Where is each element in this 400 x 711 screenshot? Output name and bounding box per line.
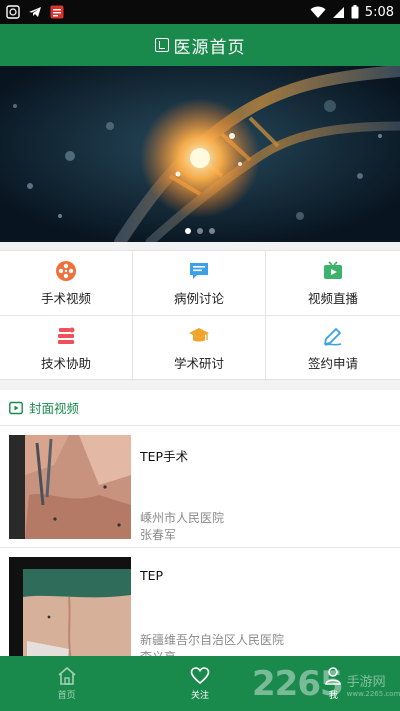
film-reel-icon bbox=[56, 260, 76, 281]
home-icon bbox=[58, 667, 76, 685]
nav-tab-me[interactable]: 我 bbox=[267, 656, 400, 711]
graduation-cap-icon bbox=[189, 328, 209, 342]
video-hospital: 新疆维吾尔自治区人民医院 bbox=[140, 633, 285, 647]
video-play-icon bbox=[9, 401, 23, 414]
feature-case-discussion[interactable]: 病例讨论 bbox=[133, 251, 266, 316]
banner-carousel[interactable] bbox=[0, 66, 400, 242]
live-video-icon bbox=[324, 260, 342, 279]
feature-label: 技术协助 bbox=[40, 356, 91, 371]
video-title: TEP bbox=[140, 568, 164, 583]
section-header-cover-videos: 封面视频 bbox=[0, 390, 400, 426]
app-screen: 5:08 医源首页 手术视频 病例讨论 视频直播 技术协助 学术研讨 签约申请 … bbox=[0, 0, 400, 711]
app-notification-icon bbox=[50, 5, 64, 19]
section-title: 封面视频 bbox=[29, 401, 80, 416]
status-bar: 5:08 bbox=[0, 0, 400, 24]
nav-label: 我 bbox=[328, 691, 338, 701]
feature-label: 学术研讨 bbox=[173, 356, 224, 371]
nav-label: 关注 bbox=[190, 691, 209, 701]
wifi-icon bbox=[310, 6, 326, 18]
video-list-item[interactable]: TEP手术 嵊州市人民医院 张春军 bbox=[0, 426, 400, 548]
carousel-dot[interactable] bbox=[185, 228, 191, 234]
video-hospital: 嵊州市人民医院 bbox=[140, 511, 225, 525]
feature-label: 病例讨论 bbox=[173, 290, 224, 306]
status-bar-left bbox=[6, 5, 64, 19]
feature-label: 签约申请 bbox=[307, 356, 358, 371]
feature-label: 视频直播 bbox=[307, 290, 358, 306]
feature-grid: 手术视频 病例讨论 视频直播 技术协助 学术研讨 签约申请 bbox=[0, 250, 400, 381]
signature-pen-icon bbox=[324, 328, 342, 346]
banner-image bbox=[0, 66, 400, 242]
feature-surgery-video[interactable]: 手术视频 bbox=[0, 251, 133, 316]
chat-bubble-icon bbox=[190, 262, 208, 279]
heart-icon bbox=[190, 667, 210, 685]
nav-tab-home[interactable]: 首页 bbox=[0, 656, 133, 711]
header-logo: 医源首页 bbox=[154, 33, 246, 58]
nav-label: 首页 bbox=[57, 691, 76, 701]
video-thumbnail bbox=[9, 435, 131, 539]
nav-tab-follow[interactable]: 关注 bbox=[133, 656, 266, 711]
person-icon bbox=[325, 667, 342, 685]
video-author: 张春军 bbox=[140, 528, 177, 542]
carousel-indicator bbox=[0, 228, 400, 234]
feature-tech-assist[interactable]: 技术协助 bbox=[0, 316, 133, 381]
video-thumbnail bbox=[9, 557, 131, 656]
video-list-item[interactable]: TEP 新疆维吾尔自治区人民医院 李义亮 bbox=[0, 548, 400, 656]
bottom-nav: 首页 关注 我 bbox=[0, 656, 400, 711]
assist-stack-icon bbox=[58, 327, 75, 344]
logo-icon bbox=[154, 38, 169, 52]
signal-icon bbox=[332, 6, 344, 18]
status-bar-right: 5:08 bbox=[310, 5, 394, 20]
video-author: 李义亮 bbox=[140, 648, 176, 656]
feature-academic-seminar[interactable]: 学术研讨 bbox=[133, 316, 266, 381]
carousel-dot[interactable] bbox=[209, 228, 215, 234]
feature-live-video[interactable]: 视频直播 bbox=[266, 251, 400, 316]
feature-label: 手术视频 bbox=[40, 290, 91, 306]
telegram-icon bbox=[29, 7, 41, 17]
video-title: TEP手术 bbox=[140, 449, 189, 464]
app-header: 医源首页 bbox=[0, 24, 400, 66]
carousel-dot[interactable] bbox=[197, 228, 203, 234]
video-list: TEP手术 嵊州市人民医院 张春军 TEP 新疆维吾尔自治区人民医院 李义亮 bbox=[0, 426, 400, 656]
feature-contract-apply[interactable]: 签约申请 bbox=[266, 316, 400, 381]
gallery-icon bbox=[6, 5, 20, 19]
page-title: 医源首页 bbox=[173, 37, 246, 58]
battery-icon bbox=[351, 5, 359, 19]
status-time: 5:08 bbox=[364, 4, 394, 20]
